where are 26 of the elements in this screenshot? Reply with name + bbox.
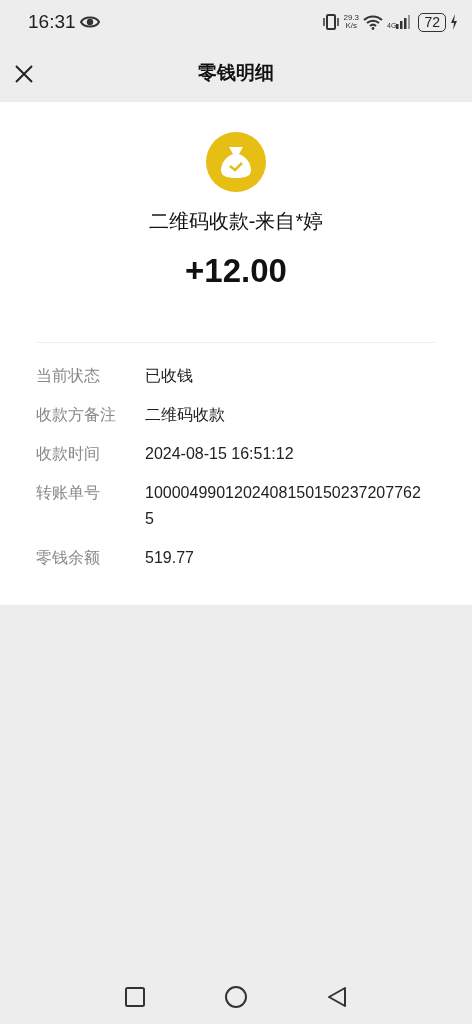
vibrate-icon bbox=[321, 14, 340, 30]
detail-value: 已收钱 bbox=[145, 365, 194, 386]
detail-label: 转账单号 bbox=[36, 482, 101, 503]
detail-value: 二维码收款 bbox=[145, 404, 226, 425]
network-speed: 29.3 bbox=[343, 14, 360, 22]
speed-unit: K/s bbox=[344, 22, 359, 30]
detail-value: 10000499012024081501502372077625 bbox=[145, 482, 422, 529]
detail-value: 519.77 bbox=[145, 547, 195, 568]
detail-value: 2024-08-15 16:51:12 bbox=[145, 443, 295, 464]
transaction-title: 二维码收款-来自*婷 bbox=[148, 209, 324, 234]
battery-level: 72 bbox=[418, 12, 446, 32]
page-title: 零钱明细 bbox=[198, 60, 274, 85]
eye-icon bbox=[79, 15, 100, 29]
home-icon[interactable] bbox=[225, 986, 247, 1008]
charging-icon bbox=[450, 14, 458, 30]
money-bag-icon bbox=[206, 132, 266, 192]
detail-label: 当前状态 bbox=[36, 365, 101, 386]
wifi-icon bbox=[363, 14, 384, 30]
amount: +12.00 bbox=[185, 251, 287, 291]
recent-apps-icon[interactable] bbox=[125, 987, 145, 1007]
status-time: 16:31 bbox=[28, 9, 76, 34]
detail-label: 收款时间 bbox=[36, 443, 101, 464]
detail-label: 收款方备注 bbox=[36, 404, 117, 425]
back-icon[interactable] bbox=[327, 986, 347, 1008]
detail-label: 零钱余额 bbox=[36, 547, 101, 568]
signal-icon bbox=[396, 15, 411, 29]
